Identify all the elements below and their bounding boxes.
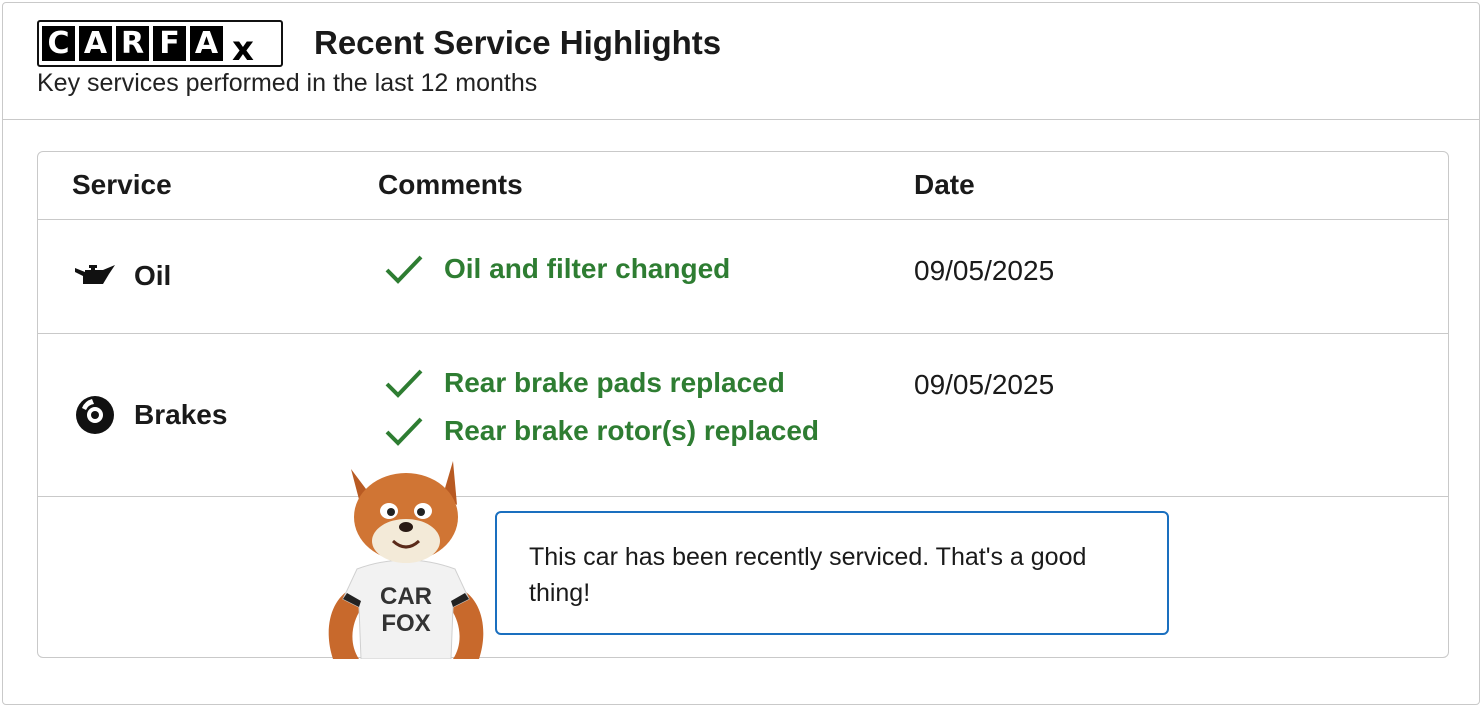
comment-item: Oil and filter changed [384, 252, 730, 286]
logo-letter: F [153, 26, 186, 61]
checkmark-icon [385, 369, 423, 398]
column-header-comments: Comments [378, 169, 523, 200]
service-label: Oil [134, 260, 172, 291]
logo-letter: A [190, 26, 223, 61]
column-header-service: Service [72, 169, 172, 200]
comment-text: Oil and filter changed [444, 253, 731, 284]
row-divider [38, 333, 1448, 334]
service-label: Brakes [134, 399, 228, 430]
date-cell: 09/05/2025 [914, 255, 1055, 286]
service-table: Service Comments Date Oil Oil and filter… [37, 151, 1449, 659]
row-divider [38, 496, 1448, 497]
checkmark-icon [385, 417, 423, 446]
oil-can-icon [72, 256, 118, 296]
comment-text: Rear brake pads replaced [444, 367, 785, 398]
row-divider [38, 219, 1448, 220]
card-header: C A R F A x Recent Service Highlights Ke… [3, 3, 1479, 120]
column-header-date: Date [914, 169, 975, 200]
comment-text: Rear brake rotor(s) replaced [444, 415, 820, 446]
mascot-shirt-text: FOX [381, 610, 430, 637]
carfax-logo: C A R F A x [37, 20, 283, 69]
date-cell: 09/05/2025 [914, 369, 1055, 400]
mascot-shirt-text: CAR [380, 583, 432, 610]
callout-message: This car has been recently serviced. Tha… [529, 543, 1087, 607]
card-title: Recent Service Highlights [314, 24, 722, 61]
comment-item: Rear brake pads replaced [384, 366, 785, 400]
card-subtitle: Key services performed in the last 12 mo… [37, 69, 538, 97]
service-cell-brakes: Brakes [72, 395, 227, 435]
comment-item: Rear brake rotor(s) replaced [384, 414, 819, 448]
service-highlights-card: C A R F A x Recent Service Highlights Ke… [2, 2, 1480, 705]
logo-letter: A [79, 26, 112, 61]
brake-disc-icon [72, 395, 118, 435]
carfox-mascot-image: CAR FOX [328, 461, 484, 659]
logo-letter: C [42, 26, 75, 61]
checkmark-icon [385, 255, 423, 284]
logo-letter-x: x [232, 29, 254, 69]
service-cell-oil: Oil [72, 256, 171, 296]
service-callout-bubble: This car has been recently serviced. Tha… [495, 511, 1169, 635]
logo-letter: R [116, 26, 149, 61]
